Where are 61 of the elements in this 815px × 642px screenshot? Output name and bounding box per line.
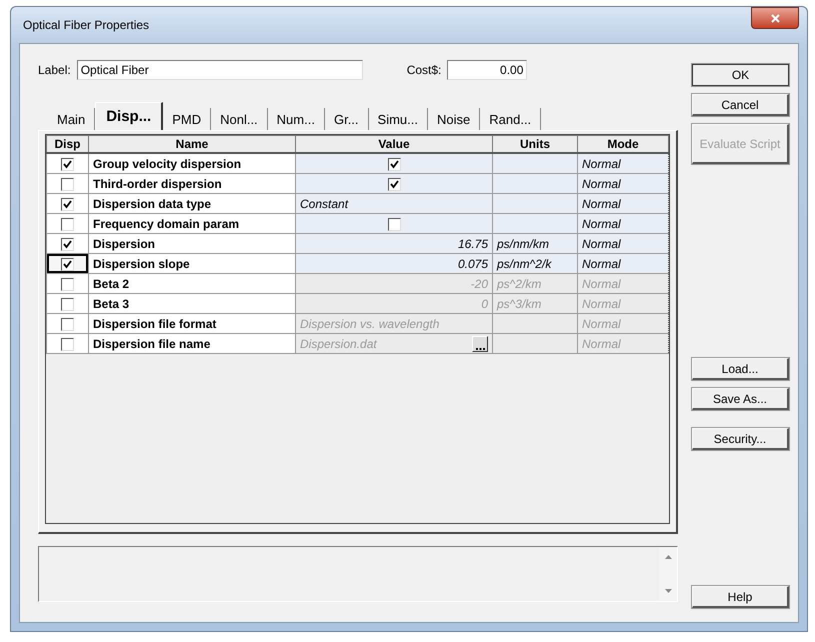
parameter-name: Dispersion file format xyxy=(88,314,296,334)
mode-cell[interactable]: Normal xyxy=(578,153,668,174)
label-field[interactable]: Optical Fiber xyxy=(76,60,363,80)
display-checkbox[interactable] xyxy=(61,178,74,191)
mode-cell[interactable]: Normal xyxy=(578,234,668,254)
display-checkbox[interactable] xyxy=(61,258,74,271)
cost-field[interactable]: 0.00 xyxy=(447,60,528,80)
tab[interactable]: Disp... xyxy=(95,102,164,130)
notes-box[interactable] xyxy=(38,546,678,602)
mode-cell[interactable]: Normal xyxy=(578,214,668,234)
value-cell[interactable]: Constant xyxy=(296,194,492,214)
parameter-name: Beta 3 xyxy=(88,294,296,314)
value-cell[interactable] xyxy=(296,214,492,234)
scroll-up-icon[interactable] xyxy=(664,555,672,559)
display-checkbox[interactable] xyxy=(61,238,74,251)
column-header: Units xyxy=(492,136,578,153)
browse-button[interactable] xyxy=(472,336,488,352)
label-caption: Label: xyxy=(38,63,71,77)
parameter-name: Beta 2 xyxy=(88,274,296,294)
scroll-down-icon[interactable] xyxy=(664,589,672,593)
value-checkbox[interactable] xyxy=(388,178,400,191)
ellipsis-icon xyxy=(476,348,484,350)
display-checkbox[interactable] xyxy=(61,158,74,171)
parameter-name: Group velocity dispersion xyxy=(88,153,296,174)
column-header: Mode xyxy=(578,136,668,153)
close-button[interactable] xyxy=(751,7,799,29)
units-cell: ps^3/km xyxy=(492,294,578,314)
display-checkbox[interactable] xyxy=(61,218,74,231)
cost-caption: Cost$: xyxy=(406,63,442,77)
column-header: Name xyxy=(88,136,296,153)
units-cell: ps^2/km xyxy=(492,274,578,294)
mode-cell[interactable]: Normal xyxy=(578,174,668,194)
window-title: Optical Fiber Properties xyxy=(22,18,150,32)
file-name: Dispersion.dat xyxy=(300,336,377,350)
parameter-name: Dispersion file name xyxy=(88,334,296,354)
column-header: Disp xyxy=(46,136,88,153)
dialog-button[interactable]: Load... xyxy=(692,358,789,380)
dialog-button[interactable]: Save As... xyxy=(692,388,789,410)
close-icon xyxy=(770,14,780,22)
dialog-button[interactable]: OK xyxy=(692,64,789,86)
parameter-name: Frequency domain param xyxy=(88,214,296,234)
value-cell[interactable] xyxy=(296,153,492,174)
value-checkbox[interactable] xyxy=(388,158,400,171)
parameter-name: Third-order dispersion xyxy=(88,174,296,194)
dialog-button[interactable]: Cancel xyxy=(692,94,789,116)
mode-cell[interactable]: Normal xyxy=(578,254,668,274)
value-cell[interactable]: 0.075 xyxy=(296,254,492,274)
units-cell: ps/nm^2/k xyxy=(492,254,578,274)
dialog-button[interactable]: Security... xyxy=(692,428,789,450)
help-button[interactable]: Help xyxy=(692,586,789,608)
display-checkbox[interactable] xyxy=(61,198,74,211)
value-cell[interactable]: 16.75 xyxy=(296,234,492,254)
scrollbar[interactable] xyxy=(659,547,677,601)
parameter-name: Dispersion data type xyxy=(88,194,296,214)
value-cell[interactable] xyxy=(296,174,492,194)
parameter-name: Dispersion xyxy=(88,234,296,254)
value-checkbox[interactable] xyxy=(388,218,400,231)
column-header: Value xyxy=(296,136,492,153)
mode-cell[interactable]: Normal xyxy=(578,194,668,214)
units-cell: ps/nm/km xyxy=(492,234,578,254)
parameter-name: Dispersion slope xyxy=(88,254,296,274)
